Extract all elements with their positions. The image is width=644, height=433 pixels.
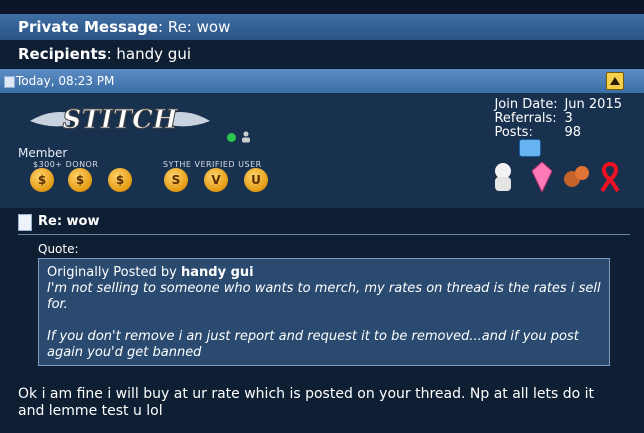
donor-award-icon-2: $ [108, 168, 132, 192]
posts-value: 98 [564, 125, 582, 140]
post-date: Today, 08:23 PM [16, 74, 115, 88]
title-label: Private Message [18, 18, 158, 36]
quote-box: Originally Posted by handy gui I'm not s… [38, 258, 610, 366]
quote-label: Quote: [38, 242, 79, 256]
signature-text: STITCH [63, 105, 179, 135]
squirrel-icon [564, 166, 589, 187]
recipients-label: Recipients [18, 45, 107, 63]
member-label: Member [18, 146, 68, 160]
sythe-s-badge-icon: S [164, 168, 188, 192]
title-subject: Re: wow [167, 18, 231, 36]
person-icon [242, 131, 250, 143]
mascot-icon [495, 163, 511, 191]
document-icon [18, 214, 32, 231]
user-stats: Join Date: Jun 2015 Referrals: 3 Posts: 98 [494, 98, 622, 140]
donor-award-icon: $ [30, 168, 54, 192]
join-date-label: Join Date: [494, 97, 558, 112]
referrals-value: 3 [564, 111, 573, 126]
sythe-u-badge-icon: U [244, 168, 268, 192]
referrals-label: Referrals: [494, 111, 557, 126]
message-body: Ok i am fine i will buy at ur rate which… [18, 386, 595, 419]
recipients-bar: Recipients: handy gui [0, 40, 644, 68]
quote-line-1: I'm not selling to someone who wants to … [47, 281, 601, 312]
title-bar: Private Message: Re: wow [0, 14, 644, 40]
warning-icon [610, 77, 620, 85]
online-status-icon [227, 133, 236, 142]
message-title: Re: wow [38, 214, 100, 229]
divider [18, 234, 630, 235]
report-post-button[interactable] [606, 72, 624, 90]
post-header: Today, 08:23 PM [0, 69, 644, 93]
recipients-value[interactable]: handy gui [116, 45, 191, 63]
quote-prefix: Originally Posted by [47, 265, 177, 280]
skype-icon[interactable] [519, 139, 541, 157]
user-panel: STITCH Member $300+ DONOR $ $ $ SYTHE VE… [0, 93, 644, 208]
posts-label: Posts: [494, 125, 533, 140]
join-date-value: Jun 2015 [564, 97, 622, 112]
ribbon-icon [600, 161, 620, 193]
gem-icon [531, 161, 553, 193]
message-area: Re: wow Quote: Originally Posted by hand… [0, 208, 644, 433]
quote-author[interactable]: handy gui [181, 265, 254, 280]
quote-line-2: If you don't remove i an just report and… [47, 329, 579, 360]
signature-logo[interactable]: STITCH [30, 99, 210, 139]
title-separator: : [158, 18, 168, 36]
sythe-v-badge-icon: V [204, 168, 228, 192]
post-document-icon [4, 76, 15, 88]
recipients-separator: : [106, 45, 117, 63]
gold-award-icon: $ [68, 168, 92, 192]
